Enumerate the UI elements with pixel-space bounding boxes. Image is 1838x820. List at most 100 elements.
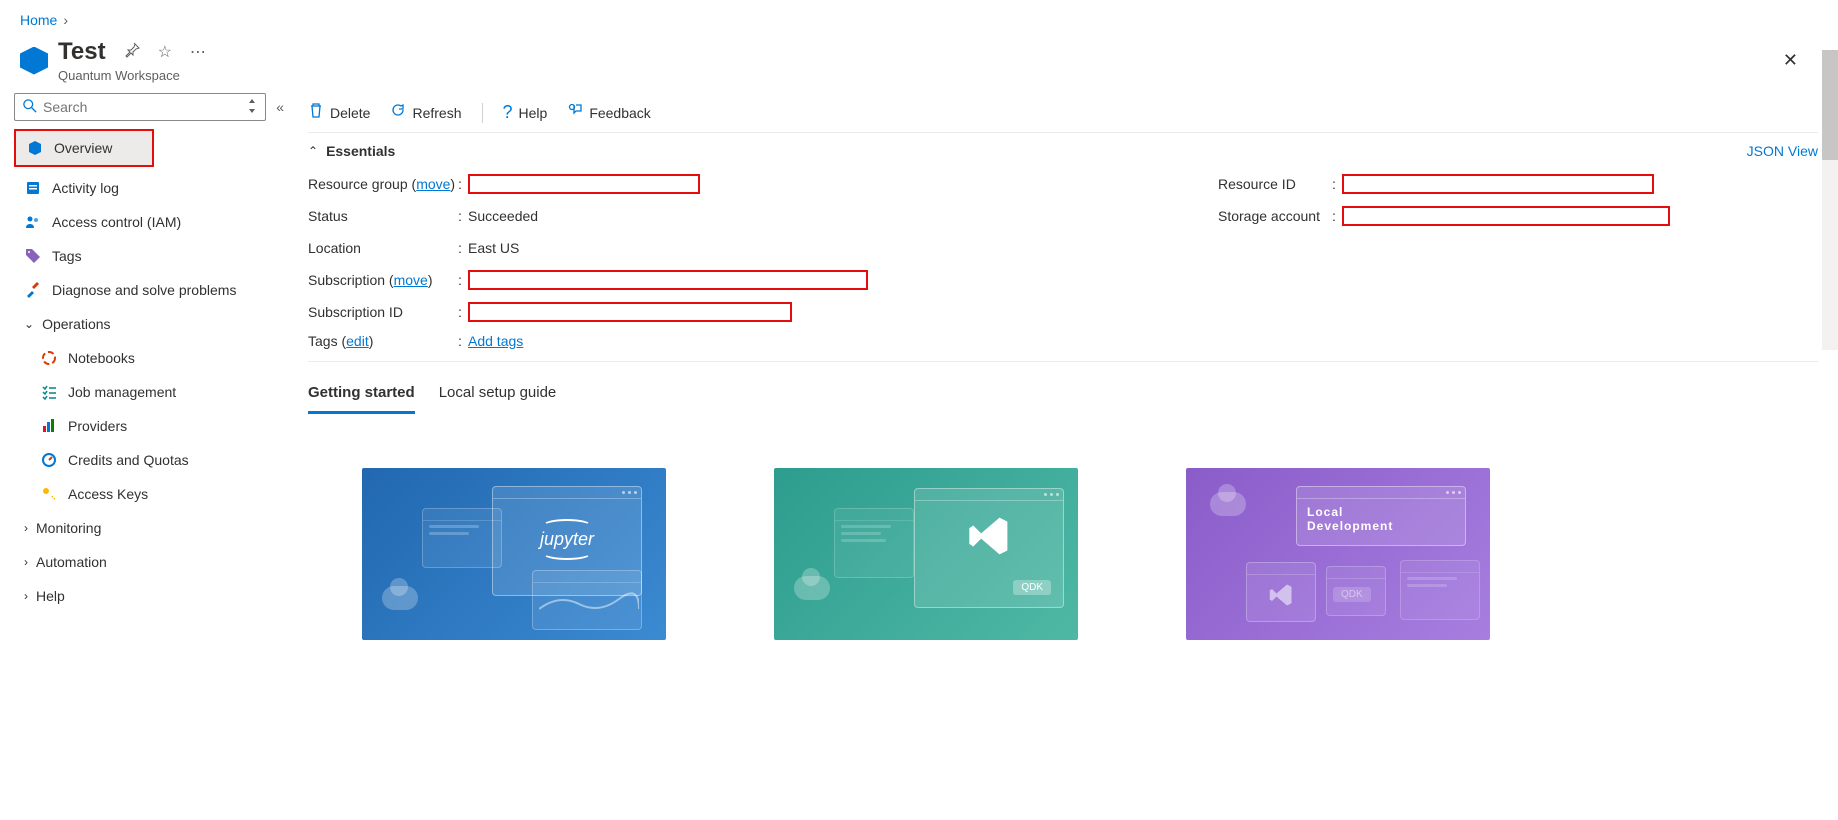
refresh-button[interactable]: Refresh	[390, 102, 461, 123]
sidebar-item-credits-quotas[interactable]: Credits and Quotas	[14, 443, 284, 477]
move-link[interactable]: move	[394, 272, 428, 288]
quantum-workspace-icon	[20, 47, 48, 75]
redacted-value	[1342, 206, 1670, 226]
pin-icon[interactable]	[124, 42, 140, 63]
search-box[interactable]	[14, 93, 266, 121]
checklist-icon	[40, 384, 58, 400]
refresh-icon	[390, 102, 406, 123]
search-icon	[23, 99, 37, 116]
sidebar-label: Tags	[52, 248, 82, 264]
cube-icon	[26, 140, 44, 156]
people-icon	[24, 214, 42, 230]
gauge-icon	[40, 452, 58, 468]
ess-subscription-id: Subscription ID :	[308, 301, 1178, 323]
resource-header: Test ☆ ⋯ Quantum Workspace ✕	[0, 32, 1838, 93]
sidebar-item-notebooks[interactable]: Notebooks	[14, 341, 284, 375]
chart-icon	[40, 418, 58, 434]
ess-resource-id: Resource ID :	[1218, 173, 1818, 195]
redacted-value	[468, 302, 792, 322]
sidebar-item-diagnose[interactable]: Diagnose and solve problems	[14, 273, 284, 307]
breadcrumb: Home ›	[0, 0, 1838, 32]
add-tags-link[interactable]: Add tags	[468, 333, 523, 349]
chevron-up-icon[interactable]: ⌃	[308, 144, 318, 158]
feedback-icon	[567, 102, 583, 123]
tabs: Getting started Local setup guide	[308, 378, 1818, 414]
redacted-value	[468, 270, 868, 290]
resource-type-label: Quantum Workspace	[58, 68, 206, 83]
chevron-right-icon: ›	[63, 12, 68, 28]
tools-icon	[24, 282, 42, 298]
sort-icon[interactable]	[247, 99, 257, 116]
more-icon[interactable]: ⋯	[190, 42, 206, 62]
chevron-right-icon: ›	[24, 521, 28, 535]
scrollbar[interactable]	[1822, 50, 1838, 350]
ess-subscription: Subscription (move) :	[308, 269, 1178, 291]
sidebar-label: Job management	[68, 384, 176, 400]
sidebar-section-help[interactable]: › Help	[14, 579, 284, 613]
star-icon[interactable]: ☆	[158, 42, 172, 62]
feedback-button[interactable]: Feedback	[567, 102, 650, 123]
sidebar-label: Overview	[54, 140, 112, 156]
sidebar-item-tags[interactable]: Tags	[14, 239, 284, 273]
sidebar-label: Activity log	[52, 180, 119, 196]
json-view-link[interactable]: JSON View	[1747, 143, 1818, 159]
sidebar-section-automation[interactable]: › Automation	[14, 545, 284, 579]
toolbar: Delete Refresh ? Help Feedback	[308, 93, 1818, 133]
toolbar-separator	[482, 103, 483, 123]
sidebar-label: Notebooks	[68, 350, 135, 366]
sidebar-label: Credits and Quotas	[68, 452, 189, 468]
jupyter-icon	[40, 350, 58, 366]
tab-getting-started[interactable]: Getting started	[308, 378, 415, 414]
delete-button[interactable]: Delete	[308, 102, 370, 123]
sidebar-label: Access Keys	[68, 486, 148, 502]
sidebar-item-access-keys[interactable]: Access Keys	[14, 477, 284, 511]
sidebar-item-access-control[interactable]: Access control (IAM)	[14, 205, 284, 239]
sidebar-item-activity-log[interactable]: Activity log	[14, 171, 284, 205]
move-link[interactable]: move	[416, 176, 450, 192]
close-icon[interactable]: ✕	[1783, 50, 1818, 71]
tag-icon	[24, 248, 42, 264]
redacted-value	[468, 174, 700, 194]
vscode-icon	[968, 515, 1010, 557]
section-label: Help	[36, 588, 65, 604]
essentials-title: Essentials	[326, 143, 1747, 159]
collapse-sidebar-icon[interactable]: «	[276, 99, 284, 115]
getting-started-cards: jupyter QDK	[308, 468, 1818, 640]
chevron-right-icon: ›	[24, 555, 28, 569]
ess-storage-account: Storage account :	[1218, 205, 1818, 227]
card-jupyter[interactable]: jupyter	[362, 468, 666, 640]
chevron-down-icon: ⌄	[24, 317, 34, 331]
content-area: Delete Refresh ? Help Feedback ⌃	[284, 93, 1838, 640]
breadcrumb-home[interactable]: Home	[20, 12, 57, 28]
card-vscode[interactable]: QDK	[774, 468, 1078, 640]
sidebar-item-job-management[interactable]: Job management	[14, 375, 284, 409]
edit-tags-link[interactable]: edit	[346, 333, 369, 349]
key-icon	[40, 486, 58, 502]
section-label: Automation	[36, 554, 107, 570]
redacted-value	[1342, 174, 1654, 194]
log-icon	[24, 180, 42, 196]
sidebar-section-operations[interactable]: ⌄ Operations	[14, 307, 284, 341]
sidebar: « Overview Activity log Access control (…	[0, 93, 284, 640]
sidebar-label: Providers	[68, 418, 127, 434]
sidebar-item-overview[interactable]: Overview	[16, 131, 152, 165]
ess-tags: Tags (edit) : Add tags	[308, 333, 1818, 362]
sidebar-label: Access control (IAM)	[52, 214, 181, 230]
essentials-header: ⌃ Essentials JSON View	[308, 133, 1818, 169]
card-local-development[interactable]: Local Development QDK	[1186, 468, 1490, 640]
help-button[interactable]: ? Help	[503, 102, 548, 123]
tab-local-setup[interactable]: Local setup guide	[439, 378, 557, 414]
ess-location: Location : East US	[308, 237, 1178, 259]
section-label: Operations	[42, 316, 110, 332]
help-icon: ?	[503, 102, 513, 123]
essentials-grid: Resource group (move) : Status : Succeed…	[308, 169, 1818, 333]
sidebar-section-monitoring[interactable]: › Monitoring	[14, 511, 284, 545]
section-label: Monitoring	[36, 520, 101, 536]
search-input[interactable]	[43, 99, 247, 115]
sidebar-label: Diagnose and solve problems	[52, 282, 236, 298]
sidebar-item-providers[interactable]: Providers	[14, 409, 284, 443]
ess-resource-group: Resource group (move) :	[308, 173, 1178, 195]
ess-status: Status : Succeeded	[308, 205, 1178, 227]
chevron-right-icon: ›	[24, 589, 28, 603]
trash-icon	[308, 102, 324, 123]
